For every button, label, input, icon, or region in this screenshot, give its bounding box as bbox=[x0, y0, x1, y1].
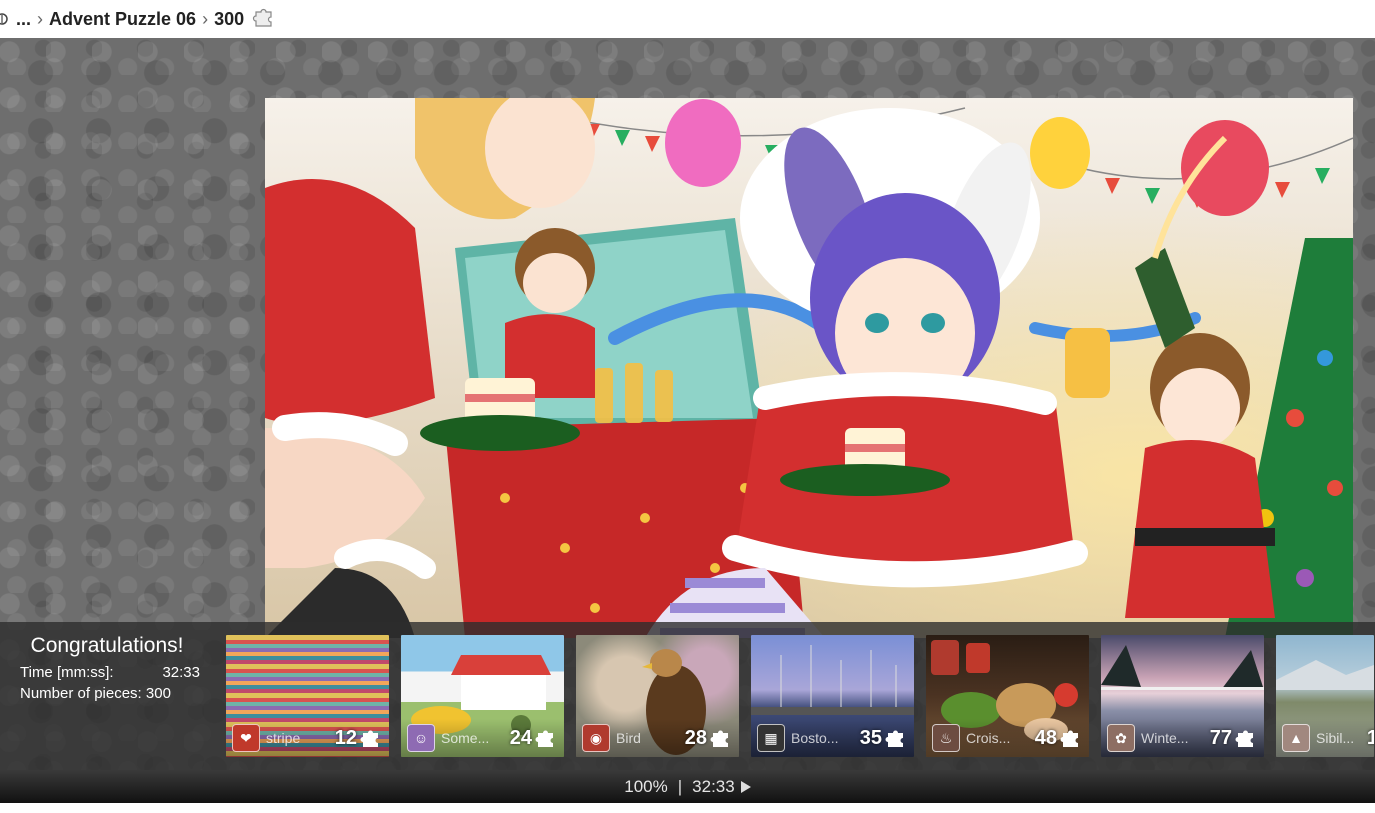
puzzle-thumbnail[interactable]: ▲ Sibil... 1 bbox=[1276, 635, 1374, 757]
breadcrumb-ellipsis[interactable]: ... bbox=[16, 9, 31, 30]
congratulations-panel: Congratulations! Time [mm:ss]: 32:33 Num… bbox=[12, 634, 212, 702]
breadcrumb-puzzle-title[interactable]: Advent Puzzle 06 bbox=[49, 9, 196, 30]
puzzle-thumbnail[interactable]: ♨ Crois... 48 bbox=[926, 635, 1089, 757]
puzzle-thumbnail[interactable]: ❤ stripe 12 bbox=[226, 635, 389, 757]
congratulations-title: Congratulations! bbox=[30, 634, 184, 657]
cartoon-icon: ☺ bbox=[407, 724, 435, 752]
thumbnail-piece-count: 35 bbox=[859, 726, 882, 749]
puzzle-piece-icon bbox=[1235, 730, 1253, 747]
time-value: 32:33 bbox=[162, 664, 200, 681]
city-icon: ▦ bbox=[757, 724, 785, 752]
nature-icon: ✿ bbox=[1107, 724, 1135, 752]
status-bar: 100% | 32:33 bbox=[0, 770, 1375, 803]
heart-icon: ❤ bbox=[232, 724, 260, 752]
thumbnail-name: Sibil... bbox=[1316, 730, 1355, 746]
chevron-right-icon: › bbox=[37, 8, 44, 29]
thumbnail-footer: ❤ stripe 12 bbox=[226, 719, 389, 757]
pieces-row: Number of pieces: 300 bbox=[20, 685, 200, 702]
thumbnail-piece-count: 1 bbox=[1366, 726, 1374, 749]
thumbnail-name: Bosto... bbox=[791, 730, 839, 746]
time-row: Time [mm:ss]: 32:33 bbox=[20, 664, 200, 681]
puzzle-thumbnail-list: ❤ stripe 12 ☺ Some... 24 ◉ Bird 28 ▦ Bos… bbox=[226, 635, 1374, 757]
timer: 32:33 bbox=[692, 776, 735, 796]
puzzle-piece-icon bbox=[252, 5, 276, 34]
thumbnail-piece-count: 24 bbox=[509, 726, 532, 749]
puzzle-piece-icon bbox=[360, 730, 378, 747]
food-icon: ♨ bbox=[932, 724, 960, 752]
thumbnail-footer: ▦ Bosto... 35 bbox=[751, 719, 914, 757]
thumbnail-piece-count: 28 bbox=[684, 726, 707, 749]
puzzle-piece-icon bbox=[535, 730, 553, 747]
page-bottom-margin bbox=[0, 803, 1375, 813]
puzzle-thumbnail[interactable]: ✿ Winte... 77 bbox=[1101, 635, 1264, 757]
thumbnail-piece-count: 77 bbox=[1209, 726, 1232, 749]
thumbnail-footer: ♨ Crois... 48 bbox=[926, 719, 1089, 757]
pieces-label: Number of pieces: 300 bbox=[20, 685, 171, 702]
thumbnail-footer: ◉ Bird 28 bbox=[576, 719, 739, 757]
thumbnail-footer: ✿ Winte... 77 bbox=[1101, 719, 1264, 757]
puzzle-thumbnail[interactable]: ▦ Bosto... 35 bbox=[751, 635, 914, 757]
thumbnail-name: Crois... bbox=[966, 730, 1011, 746]
thumbnail-name: stripe bbox=[266, 730, 301, 746]
play-icon[interactable] bbox=[740, 780, 751, 793]
thumbnail-piece-count: 48 bbox=[1034, 726, 1057, 749]
thumbnail-footer: ☺ Some... 24 bbox=[401, 719, 564, 757]
chevron-right-icon: › bbox=[202, 8, 209, 29]
bird-icon: ◉ bbox=[582, 724, 610, 752]
completed-puzzle-image bbox=[265, 98, 1353, 638]
thumbnail-footer: ▲ Sibil... 1 bbox=[1276, 719, 1374, 757]
zoom-level[interactable]: 100% bbox=[624, 777, 667, 797]
thumbnail-name: Winte... bbox=[1141, 730, 1189, 746]
puzzle-gallery-bar: Congratulations! Time [mm:ss]: 32:33 Num… bbox=[0, 622, 1375, 770]
thumbnail-name: Some... bbox=[441, 730, 490, 746]
puzzle-thumbnail[interactable]: ◉ Bird 28 bbox=[576, 635, 739, 757]
home-icon[interactable] bbox=[0, 10, 10, 28]
time-label: Time [mm:ss]: bbox=[20, 664, 114, 681]
breadcrumb: ... › Advent Puzzle 06 › 300 bbox=[0, 0, 1375, 38]
puzzle-piece-icon bbox=[710, 730, 728, 747]
thumbnail-name: Bird bbox=[616, 730, 641, 746]
thumbnail-piece-count: 12 bbox=[334, 726, 357, 749]
breadcrumb-piece-count: 300 bbox=[214, 8, 245, 29]
status-separator: | bbox=[677, 776, 683, 796]
puzzle-piece-icon bbox=[885, 730, 903, 747]
landscape-icon: ▲ bbox=[1282, 724, 1310, 752]
puzzle-thumbnail[interactable]: ☺ Some... 24 bbox=[401, 635, 564, 757]
puzzle-piece-icon bbox=[1060, 730, 1078, 747]
